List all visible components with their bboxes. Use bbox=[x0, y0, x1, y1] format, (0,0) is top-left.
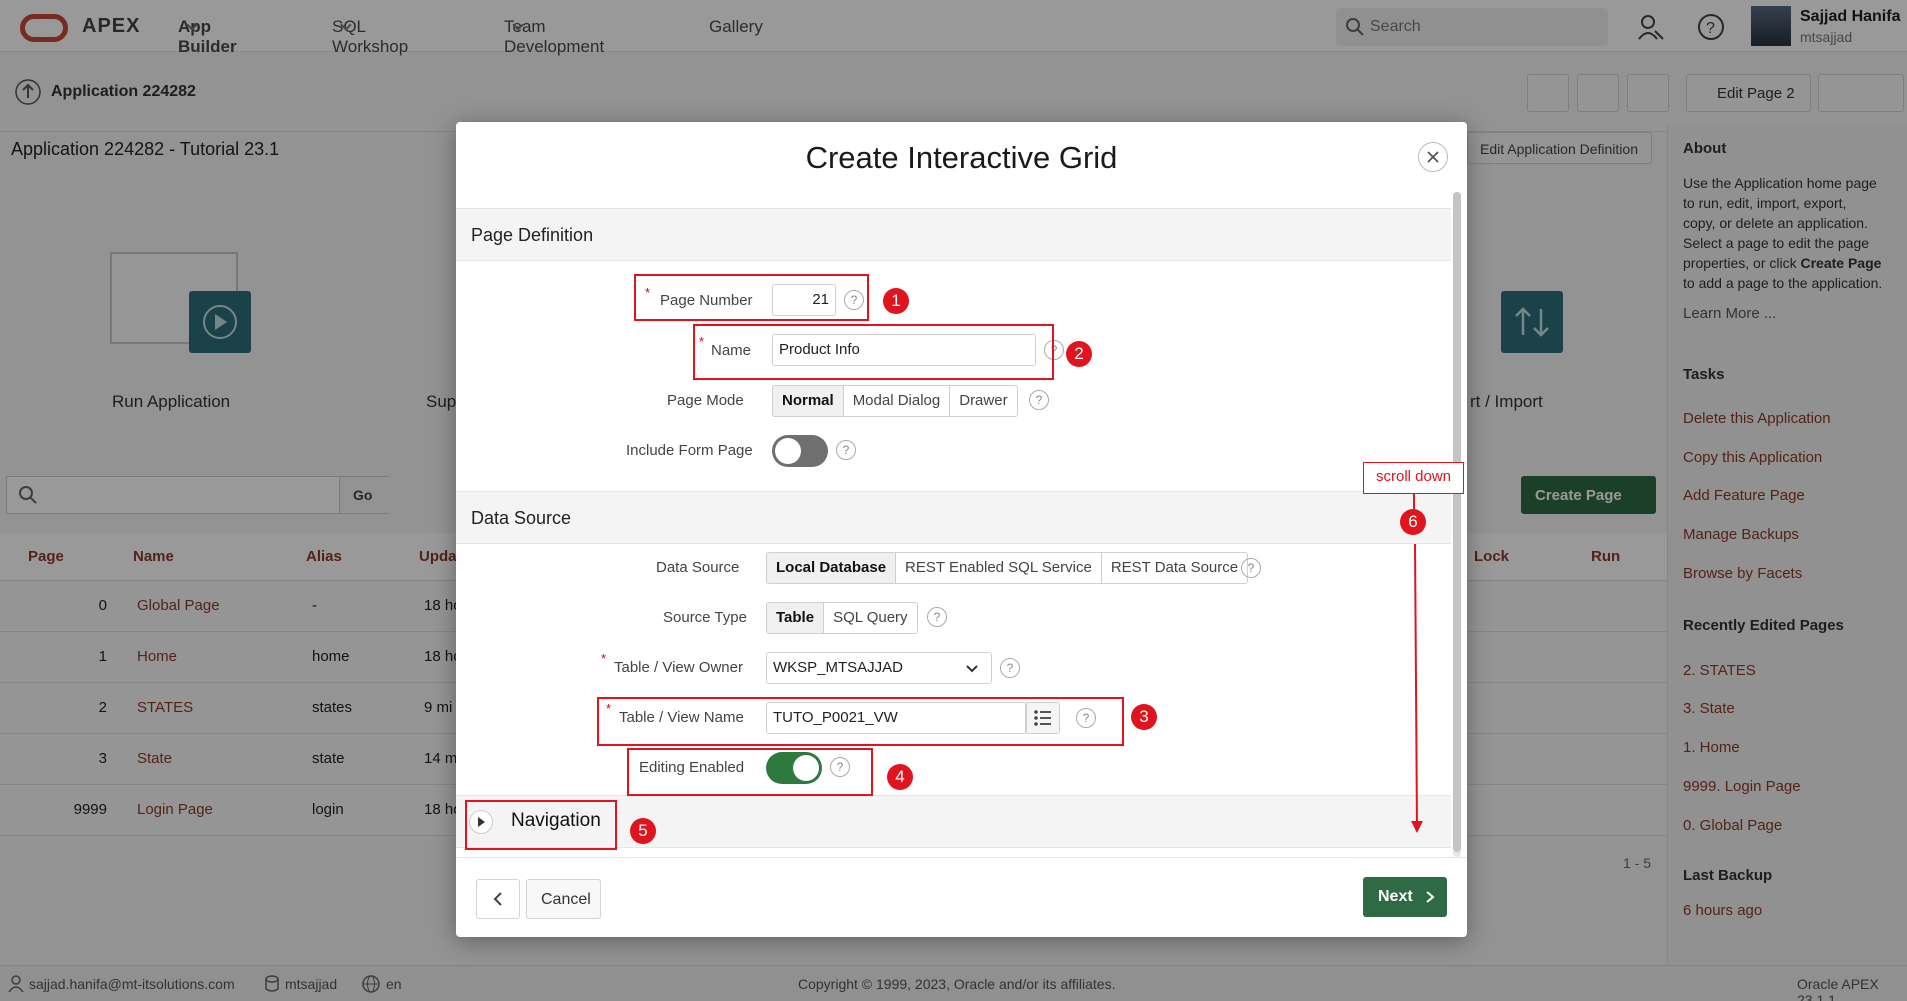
data-source-title: Data Source bbox=[471, 508, 572, 528]
close-icon bbox=[1427, 151, 1439, 163]
annotation-number: 6 bbox=[1400, 509, 1426, 535]
data-source-local-database[interactable]: Local Database bbox=[767, 553, 897, 583]
annotation-number: 1 bbox=[883, 288, 909, 314]
page-definition-section: Page Definition bbox=[456, 208, 1451, 261]
dialog-footer-divider bbox=[456, 857, 1467, 858]
chevron-left-icon bbox=[493, 892, 502, 906]
arrow-down-icon bbox=[1411, 821, 1423, 833]
data-source-rest-data-source[interactable]: REST Data Source bbox=[1102, 553, 1247, 583]
page-mode-selector[interactable]: Normal Modal Dialog Drawer bbox=[772, 385, 1018, 417]
annotation-number: 3 bbox=[1131, 704, 1157, 730]
required-marker: * bbox=[601, 651, 607, 666]
annotation-box-editing bbox=[627, 748, 873, 796]
chevron-down-icon bbox=[966, 665, 978, 673]
source-type-label: Source Type bbox=[663, 609, 747, 626]
page-mode-normal[interactable]: Normal bbox=[773, 386, 844, 416]
source-type-sql-query[interactable]: SQL Query bbox=[824, 603, 916, 633]
page-definition-title: Page Definition bbox=[471, 225, 594, 245]
previous-button[interactable] bbox=[476, 879, 520, 919]
annotation-box-name bbox=[693, 324, 1054, 380]
scrollbar-thumb[interactable] bbox=[1453, 192, 1461, 852]
annotation-box-view-name bbox=[597, 697, 1124, 746]
toggle-knob bbox=[775, 438, 801, 464]
source-type-selector[interactable]: Table SQL Query bbox=[766, 602, 918, 634]
help-icon[interactable]: ? bbox=[1029, 390, 1049, 410]
annotation-number: 4 bbox=[887, 764, 913, 790]
owner-select-value: WKSP_MTSAJJAD bbox=[773, 659, 904, 676]
chevron-right-icon bbox=[1426, 891, 1435, 903]
data-source-section: Data Source bbox=[456, 491, 1451, 544]
next-label: Next bbox=[1378, 888, 1413, 905]
dialog-title: Create Interactive Grid bbox=[805, 140, 1118, 175]
annotation-number: 5 bbox=[630, 818, 656, 844]
source-type-table[interactable]: Table bbox=[767, 603, 825, 633]
annotation-box-page-number bbox=[634, 274, 869, 321]
owner-label: Table / View Owner bbox=[614, 659, 743, 676]
dialog-scrollbar[interactable] bbox=[1453, 192, 1461, 857]
help-icon[interactable]: ? bbox=[836, 440, 856, 460]
help-icon[interactable]: ? bbox=[1000, 658, 1020, 678]
annotation-box-navigation bbox=[465, 800, 617, 850]
scroll-down-callout: scroll down bbox=[1363, 462, 1464, 494]
include-form-label: Include Form Page bbox=[626, 442, 753, 459]
page-mode-drawer[interactable]: Drawer bbox=[950, 386, 1016, 416]
include-form-toggle[interactable] bbox=[772, 435, 828, 467]
next-button[interactable]: Next bbox=[1363, 877, 1447, 917]
data-source-label: Data Source bbox=[656, 559, 740, 576]
page-mode-modal-dialog[interactable]: Modal Dialog bbox=[844, 386, 951, 416]
cancel-button[interactable]: Cancel bbox=[526, 879, 601, 919]
annotation-number: 2 bbox=[1066, 341, 1092, 367]
owner-select[interactable]: WKSP_MTSAJJAD bbox=[766, 652, 992, 684]
cancel-label: Cancel bbox=[541, 891, 591, 908]
data-source-selector[interactable]: Local Database REST Enabled SQL Service … bbox=[766, 552, 1249, 584]
help-icon[interactable]: ? bbox=[927, 607, 947, 627]
close-button[interactable] bbox=[1418, 142, 1448, 172]
help-icon[interactable]: ? bbox=[1241, 558, 1261, 578]
data-source-rest-enabled-sql[interactable]: REST Enabled SQL Service bbox=[896, 553, 1102, 583]
page-mode-label: Page Mode bbox=[667, 392, 744, 409]
